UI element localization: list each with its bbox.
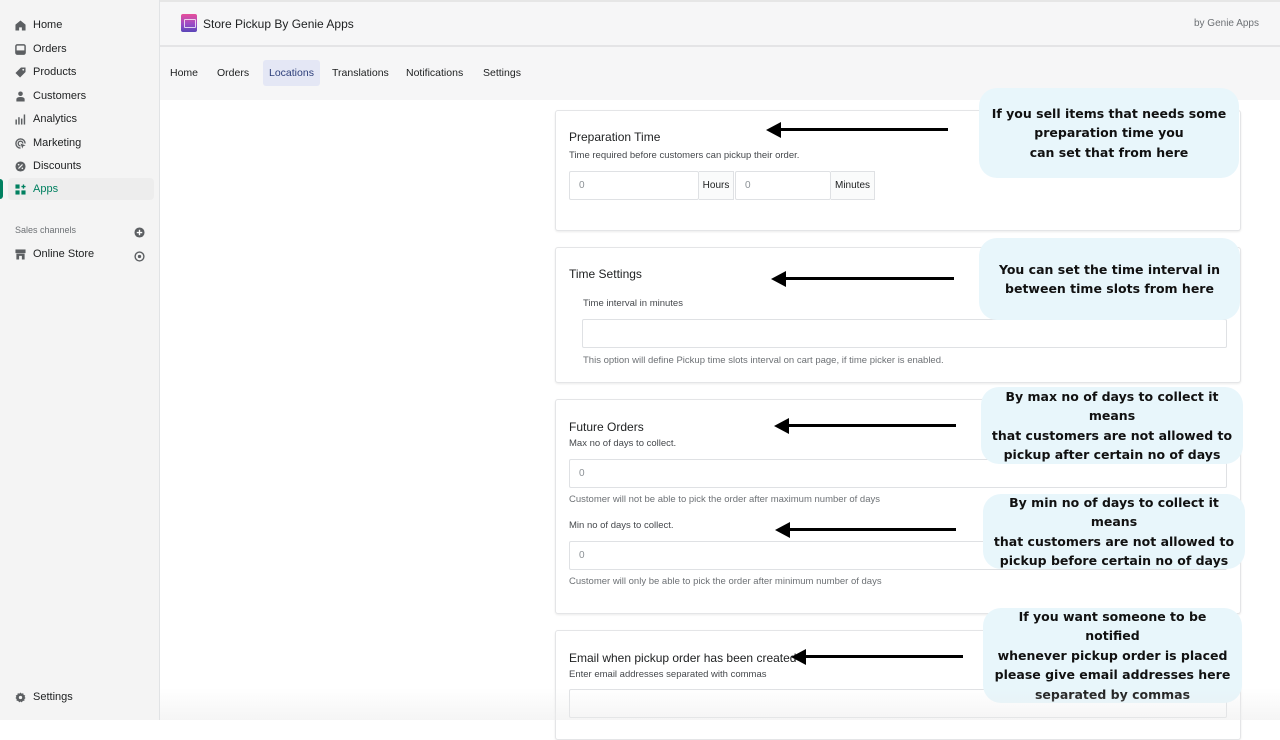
annotation-preparation: If you sell items that needs some prepar… — [979, 88, 1239, 178]
view-store-eye-icon[interactable] — [134, 249, 145, 262]
minutes-input[interactable] — [735, 171, 831, 200]
annotation-arrow-icon — [766, 121, 948, 138]
sidebar: Home Orders Products Customers Analytics… — [0, 0, 160, 720]
gear-icon — [15, 691, 26, 703]
sidebar-item-label: Orders — [33, 43, 67, 55]
sidebar-item-home[interactable]: Home — [8, 14, 154, 36]
sidebar-item-label: Products — [33, 66, 77, 78]
tag-icon — [15, 66, 26, 78]
max-days-help: Customer will not be able to pick the or… — [569, 494, 880, 505]
time-interval-input[interactable] — [582, 319, 1227, 348]
min-days-help: Customer will only be able to pick the o… — [569, 576, 882, 587]
sidebar-item-label: Apps — [33, 183, 59, 195]
sidebar-item-products[interactable]: Products — [8, 61, 154, 83]
annotation-max-days: By max no of days to collect it means th… — [981, 387, 1243, 464]
minutes-suffix: Minutes — [831, 171, 875, 200]
add-sales-channel-icon[interactable] — [134, 225, 145, 238]
sidebar-item-label: Online Store — [33, 248, 95, 260]
sidebar-item-settings[interactable]: Settings — [8, 686, 154, 708]
sidebar-item-label: Discounts — [33, 160, 82, 172]
card-subtitle: Time required before customers can picku… — [569, 150, 800, 161]
annotation-arrow-icon — [775, 521, 956, 538]
card-title: Preparation Time — [569, 130, 661, 144]
sidebar-item-label: Home — [33, 19, 63, 31]
home-icon — [15, 19, 26, 31]
tab-home[interactable]: Home — [164, 60, 204, 86]
apps-icon — [15, 183, 26, 195]
store-icon — [15, 248, 26, 260]
tab-settings[interactable]: Settings — [477, 60, 527, 86]
max-days-label: Max no of days to collect. — [569, 438, 677, 449]
sidebar-item-label: Marketing — [33, 137, 82, 149]
annotation-arrow-icon — [771, 270, 954, 287]
time-interval-input-field[interactable] — [592, 328, 1226, 339]
orders-icon — [15, 43, 26, 55]
hours-input[interactable] — [569, 171, 699, 200]
app-logo-icon — [181, 14, 197, 32]
annotation-min-days: By min no of days to collect it means th… — [983, 494, 1245, 569]
active-indicator — [0, 179, 3, 199]
tab-orders[interactable]: Orders — [211, 60, 255, 86]
card-title: Email when pickup order has been created — [569, 651, 797, 665]
discount-icon — [15, 160, 26, 172]
sidebar-item-online-store[interactable]: Online Store — [8, 243, 154, 265]
annotation-email: If you want someone to be notified whene… — [983, 608, 1242, 703]
help-text: This option will define Pickup time slot… — [583, 355, 944, 366]
field-label: Time interval in minutes — [583, 298, 683, 309]
sidebar-item-orders[interactable]: Orders — [8, 38, 154, 60]
hours-input-field[interactable] — [579, 180, 698, 191]
sales-channels-heading: Sales channels — [15, 225, 77, 235]
max-days-input-field[interactable] — [579, 468, 1226, 479]
card-subtitle: Enter email addresses separated with com… — [569, 669, 767, 680]
annotation-time-interval: You can set the time interval in between… — [979, 238, 1240, 320]
card-title: Future Orders — [569, 420, 644, 434]
minutes-input-field[interactable] — [745, 180, 830, 191]
tab-notifications[interactable]: Notifications — [400, 60, 469, 86]
card-title: Time Settings — [569, 267, 642, 281]
sidebar-item-customers[interactable]: Customers — [8, 85, 154, 107]
person-icon — [15, 90, 26, 102]
sidebar-item-label: Customers — [33, 90, 87, 102]
target-icon — [15, 137, 26, 149]
app-header: Store Pickup By Genie Apps by Genie Apps — [160, 0, 1280, 47]
app-title: Store Pickup By Genie Apps — [203, 17, 354, 31]
hours-suffix: Hours — [699, 171, 734, 200]
min-days-label: Min no of days to collect. — [569, 520, 674, 531]
sidebar-item-marketing[interactable]: Marketing — [8, 132, 154, 154]
sidebar-item-apps[interactable]: Apps — [8, 178, 154, 200]
developer-label: by Genie Apps — [1193, 18, 1259, 29]
sidebar-item-label: Settings — [33, 691, 73, 703]
sidebar-item-label: Analytics — [33, 113, 78, 125]
tab-locations[interactable]: Locations — [263, 60, 320, 86]
sidebar-item-analytics[interactable]: Analytics — [8, 108, 154, 130]
bar-chart-icon — [15, 113, 26, 125]
sidebar-item-discounts[interactable]: Discounts — [8, 155, 154, 177]
annotation-arrow-icon — [791, 648, 963, 665]
annotation-arrow-icon — [774, 417, 956, 434]
tab-translations[interactable]: Translations — [326, 60, 395, 86]
